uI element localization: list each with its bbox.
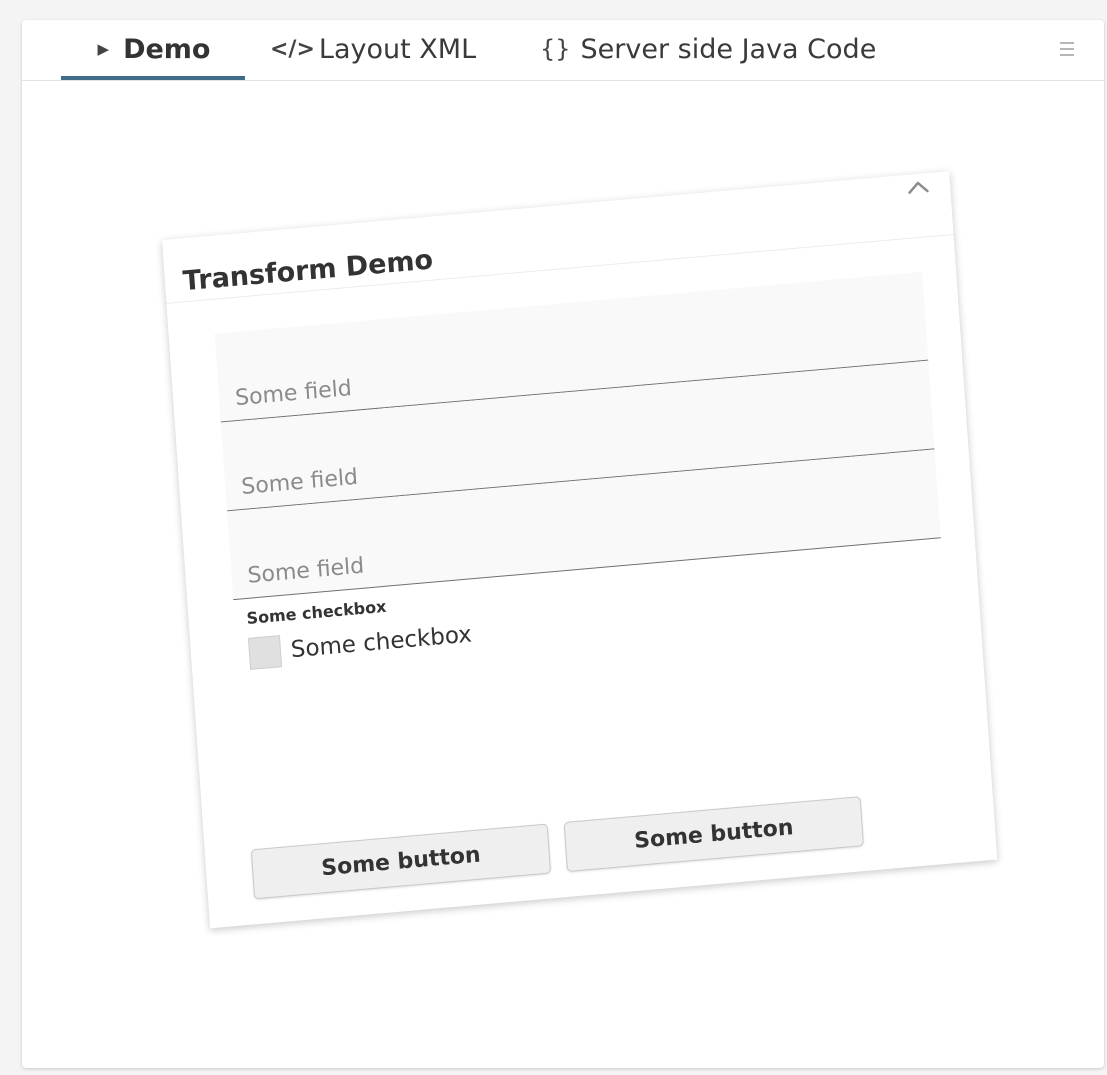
braces-icon: {} xyxy=(540,35,571,63)
code-icon: </> xyxy=(270,36,315,62)
tab-layout-xml-label: Layout XML xyxy=(318,33,477,65)
checkbox-group-label: Some checkbox xyxy=(245,596,387,628)
play-icon: ▶ xyxy=(97,40,110,58)
menu-icon[interactable] xyxy=(1058,38,1076,60)
some-button-1[interactable]: Some button xyxy=(250,823,552,900)
active-tab-indicator xyxy=(61,76,245,80)
tab-demo[interactable]: ▶ Demo xyxy=(62,20,246,78)
tab-bar: ▶ Demo </> Layout XML {} Server side Jav… xyxy=(22,20,1104,81)
chevron-up-icon[interactable] xyxy=(903,173,933,203)
tab-layout-xml[interactable]: </> Layout XML xyxy=(270,20,476,78)
tab-demo-label: Demo xyxy=(123,33,211,65)
tab-java-code-label: Server side Java Code xyxy=(580,33,877,65)
checkbox-box[interactable] xyxy=(247,635,283,670)
card-title: Transform Demo xyxy=(181,244,434,298)
some-field-input-3[interactable] xyxy=(244,503,929,590)
tab-java-code[interactable]: {} Server side Java Code xyxy=(540,20,876,78)
demo-panel: ▶ Demo </> Layout XML {} Server side Jav… xyxy=(22,20,1104,1068)
checkbox-label: Some checkbox xyxy=(290,621,473,664)
some-checkbox[interactable]: Some checkbox xyxy=(247,618,473,670)
some-button-2[interactable]: Some button xyxy=(563,796,864,872)
transform-demo-card: Transform Demo Some checkbox Some checkb… xyxy=(162,171,998,929)
